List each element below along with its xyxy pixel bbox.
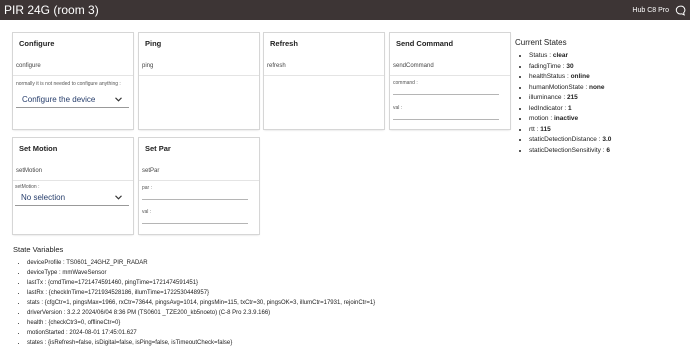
state-item: humanMotionState : none <box>529 83 611 94</box>
current-states-list: Status : clear fadingTime : 30 healthSta… <box>515 51 611 156</box>
tile-separator <box>390 75 510 76</box>
refresh-tile[interactable]: Refresh refresh <box>264 33 384 129</box>
state-variable-item: health : {checkCtr3=0, offlineCtr=0} <box>27 318 375 328</box>
tile-separator <box>139 75 259 76</box>
state-variable-item: deviceType : mmWaveSensor <box>27 268 375 278</box>
set-par-tile[interactable]: Set Par setPar par : val : <box>139 138 259 234</box>
device-title: PIR 24G (room 3) <box>4 3 99 17</box>
set-par-command-name: setPar <box>142 168 160 174</box>
state-variables-panel: State Variables deviceProfile : TS0601_2… <box>13 245 375 348</box>
set-motion-select[interactable]: No selection <box>15 190 129 206</box>
send-command-tile[interactable]: Send Command sendCommand command : val : <box>390 33 510 129</box>
set-motion-select-wrap: setMotion : No selection <box>15 184 129 206</box>
state-item: rtt : 115 <box>529 125 611 136</box>
set-motion-select-value: No selection <box>21 193 66 202</box>
tile-separator <box>13 180 133 181</box>
set-par-button[interactable]: Set Par <box>145 144 171 153</box>
state-item: Status : clear <box>529 51 611 62</box>
refresh-command-name: refresh <box>267 63 286 69</box>
tile-separator <box>13 75 133 76</box>
state-item: staticDetectionSensitivity : 6 <box>529 146 611 157</box>
state-item: fadingTime : 30 <box>529 62 611 73</box>
top-bar: PIR 24G (room 3) Hub C8 Pro <box>0 0 690 20</box>
val-field[interactable]: val : <box>393 105 499 120</box>
state-variable-item: deviceProfile : TS0601_24GHZ_PIR_RADAR <box>27 258 375 268</box>
configure-select[interactable]: Configure the device <box>16 92 129 108</box>
state-variable-item: driverVersion : 3.2.2 2024/06/04 8:36 PM… <box>27 308 375 318</box>
state-item: ledIndicator : 1 <box>529 104 611 115</box>
chevron-down-icon <box>114 95 123 104</box>
set-motion-command-name: setMotion <box>16 168 43 174</box>
command-field-label: command : <box>393 80 418 86</box>
state-variable-item: states : {isRefresh=false, isDigital=fal… <box>27 338 375 348</box>
state-variable-item: lastRx : {checkInTime=1721934528186, ill… <box>27 288 375 298</box>
state-variable-item: motionStarted : 2024-08-01 17:45:01.627 <box>27 328 375 338</box>
ping-button[interactable]: Ping <box>145 39 161 48</box>
configure-note: normally it is not needed to configure a… <box>16 81 121 87</box>
state-item: healthStatus : online <box>529 72 611 83</box>
state-variable-item: lastTx : {cmdTime=1721474591460, pingTim… <box>27 278 375 288</box>
ping-command-name: ping <box>142 63 154 69</box>
state-variable-item: stats : {cfgCtr=1, pingsMax=1966, rxCtr=… <box>27 298 375 308</box>
state-item: staticDetectionDistance : 3.0 <box>529 135 611 146</box>
val-field-label: val : <box>393 105 403 111</box>
state-variables-header: State Variables <box>13 245 64 254</box>
configure-tile[interactable]: Configure configure normally it is not n… <box>13 33 133 129</box>
send-command-button[interactable]: Send Command <box>396 39 453 48</box>
set-par-val-field[interactable]: val : <box>142 209 248 224</box>
chat-icon[interactable] <box>675 5 686 16</box>
par-field-label: par : <box>142 185 153 191</box>
tile-separator <box>264 75 384 76</box>
state-item: motion : inactive <box>529 114 611 125</box>
tile-separator <box>139 180 259 181</box>
set-par-val-field-label: val : <box>142 209 152 215</box>
state-variables-list: deviceProfile : TS0601_24GHZ_PIR_RADAR d… <box>13 258 375 348</box>
configure-command-name: configure <box>16 63 41 69</box>
configure-select-value: Configure the device <box>22 95 96 104</box>
set-motion-button[interactable]: Set Motion <box>19 144 57 153</box>
configure-select-wrap: Configure the device <box>16 92 129 108</box>
current-states-header: Current States <box>515 38 567 47</box>
hub-name[interactable]: Hub C8 Pro <box>632 7 669 14</box>
ping-tile[interactable]: Ping ping <box>139 33 259 129</box>
current-states-panel: Current States Status : clear fadingTime… <box>515 38 611 156</box>
send-command-command-name: sendCommand <box>393 63 434 69</box>
command-field[interactable]: command : <box>393 80 499 95</box>
refresh-button[interactable]: Refresh <box>270 39 298 48</box>
configure-button[interactable]: Configure <box>19 39 54 48</box>
state-item: illuminance : 215 <box>529 93 611 104</box>
par-field[interactable]: par : <box>142 185 248 200</box>
set-motion-tile[interactable]: Set Motion setMotion setMotion : No sele… <box>13 138 133 234</box>
chevron-down-icon <box>114 193 123 202</box>
